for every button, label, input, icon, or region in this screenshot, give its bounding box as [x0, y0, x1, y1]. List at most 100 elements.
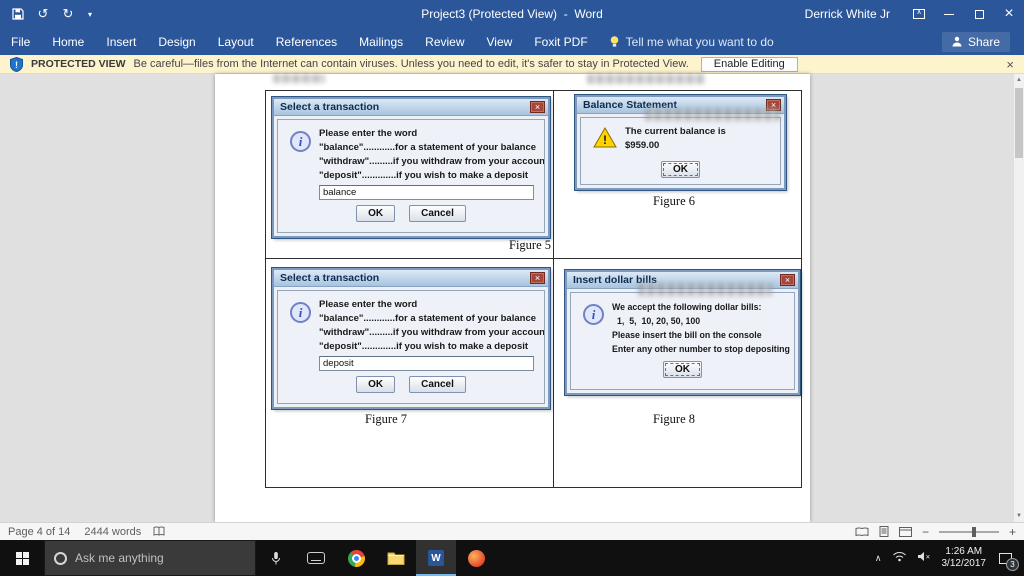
close-button[interactable]: ×	[994, 0, 1024, 28]
figure7-caption: Figure 7	[365, 412, 407, 427]
zoom-slider-thumb[interactable]	[972, 527, 976, 537]
dialog-text-line: "deposit".............if you wish to mak…	[319, 340, 545, 354]
save-button[interactable]	[10, 5, 26, 23]
titlebar: ↺ ↻ ▾ Project3 (Protected View) - Word D…	[0, 0, 1024, 28]
person-icon	[952, 36, 962, 47]
dialog-body: i Please enter the word "balance".......…	[277, 119, 545, 233]
microphone-button[interactable]	[256, 540, 296, 576]
ribbon-tab-strip: File Home Insert Design Layout Reference…	[0, 28, 1024, 55]
proofing-icon[interactable]	[153, 526, 165, 537]
touch-keyboard-button[interactable]	[296, 540, 336, 576]
figure5-caption: Figure 5	[509, 238, 551, 253]
volume-muted-icon[interactable]: ×	[917, 549, 932, 567]
taskbar-search-box[interactable]: Ask me anything	[44, 540, 256, 576]
dialog-buttons: OK Cancel	[278, 376, 544, 393]
page-indicator[interactable]: Page 4 of 14	[8, 526, 70, 538]
enable-editing-button[interactable]: Enable Editing	[701, 57, 798, 72]
dialog-text-line: $959.00	[625, 139, 726, 153]
qat-customize-button[interactable]: ▾	[85, 5, 95, 23]
scroll-down-icon[interactable]: ▼	[1014, 510, 1024, 522]
dialog-text: We accept the following dollar bills: 1,…	[612, 300, 790, 356]
tell-me-label: Tell me what you want to do	[626, 35, 774, 49]
redo-button[interactable]: ↻	[60, 5, 76, 23]
tab-home[interactable]: Home	[41, 28, 95, 55]
start-button[interactable]	[0, 540, 44, 576]
action-center-button[interactable]: 3	[996, 548, 1014, 568]
cancel-button: Cancel	[409, 205, 466, 222]
ok-button: OK	[663, 361, 702, 378]
tab-design[interactable]: Design	[147, 28, 206, 55]
chevron-down-icon: ▾	[88, 10, 92, 19]
dialog-body: ! The current balance is $959.00 OK	[580, 117, 781, 185]
minimize-button[interactable]	[934, 0, 964, 28]
dialog-close-icon: ×	[530, 101, 545, 113]
account-name[interactable]: Derrick White Jr	[805, 7, 890, 21]
clock-date: 3/12/2017	[942, 558, 987, 570]
info-icon: i	[583, 304, 604, 325]
redo-icon: ↻	[63, 6, 74, 22]
dialog-text-line: "balance"............for a statement of …	[319, 141, 545, 155]
dialog-text-line: Please enter the word	[319, 127, 545, 141]
maximize-button[interactable]	[964, 0, 994, 28]
svg-text:!: !	[603, 133, 607, 147]
tab-view[interactable]: View	[476, 28, 524, 55]
tray-expand-icon[interactable]: ∧	[875, 553, 882, 564]
ribbon-display-options-icon	[913, 9, 925, 19]
dragon-icon	[468, 550, 485, 567]
warning-icon: !	[593, 127, 617, 153]
vertical-scrollbar[interactable]: ▲ ▼	[1014, 74, 1024, 522]
tab-review[interactable]: Review	[414, 28, 475, 55]
tab-mailings[interactable]: Mailings	[348, 28, 414, 55]
protected-view-banner: ! PROTECTED VIEW Be careful—files from t…	[0, 55, 1024, 74]
share-button[interactable]: Share	[942, 32, 1010, 52]
tab-foxit-pdf[interactable]: Foxit PDF	[523, 28, 598, 55]
dialog-text: Please enter the word "balance".........…	[319, 127, 545, 183]
chrome-button[interactable]	[336, 540, 376, 576]
web-layout-icon[interactable]	[899, 527, 912, 537]
ok-button: OK	[661, 161, 700, 178]
search-placeholder: Ask me anything	[75, 551, 164, 565]
shield-icon: !	[10, 57, 23, 72]
tell-me-box[interactable]: Tell me what you want to do	[609, 28, 774, 55]
minimize-icon	[944, 14, 954, 15]
ribbon-display-options-button[interactable]	[904, 0, 934, 28]
word-count[interactable]: 2444 words	[84, 526, 141, 538]
banner-close-icon[interactable]: ×	[1006, 57, 1014, 72]
scroll-up-icon[interactable]: ▲	[1014, 74, 1024, 86]
word-taskbar-button[interactable]: W	[416, 540, 456, 576]
zoom-in-button[interactable]: +	[1009, 525, 1016, 539]
dialog-text-line: 1, 5, 10, 20, 50, 100	[612, 314, 790, 328]
document-area[interactable]: Select a transaction × i Please enter th…	[0, 74, 1014, 522]
dragon-app-button[interactable]	[456, 540, 496, 576]
dialog-close-icon: ×	[780, 274, 795, 286]
dialog-buttons: OK	[581, 161, 780, 178]
scrollbar-thumb[interactable]	[1015, 88, 1023, 158]
read-mode-icon[interactable]	[855, 527, 869, 537]
system-tray: ∧ × 1:26 AM 3/12/2017 3	[875, 540, 1024, 576]
tab-insert[interactable]: Insert	[95, 28, 147, 55]
transaction-input: balance	[319, 185, 534, 200]
zoom-slider[interactable]	[939, 531, 999, 533]
svg-text:!: !	[15, 60, 18, 70]
share-label: Share	[968, 35, 1000, 49]
dialog-title: Select a transaction	[280, 272, 379, 284]
figure5-dialog-image[interactable]: Select a transaction × i Please enter th…	[272, 97, 550, 238]
microphone-icon	[271, 551, 281, 566]
document-page: Select a transaction × i Please enter th…	[215, 74, 810, 522]
dialog-text-line: "deposit".............if you wish to mak…	[319, 169, 545, 183]
clock-time: 1:26 AM	[945, 546, 982, 558]
svg-text:×: ×	[925, 553, 930, 562]
tab-references[interactable]: References	[265, 28, 348, 55]
print-layout-icon[interactable]	[879, 526, 889, 537]
notification-badge: 3	[1006, 558, 1019, 571]
wifi-icon[interactable]	[892, 549, 907, 567]
ok-button: OK	[356, 205, 395, 222]
taskbar-clock[interactable]: 1:26 AM 3/12/2017	[942, 546, 987, 570]
file-explorer-button[interactable]	[376, 540, 416, 576]
tab-file[interactable]: File	[0, 28, 41, 55]
undo-button[interactable]: ↺	[35, 5, 51, 23]
tab-layout[interactable]: Layout	[207, 28, 265, 55]
zoom-out-button[interactable]: −	[922, 525, 929, 539]
figure7-dialog-image[interactable]: Select a transaction × i Please enter th…	[272, 268, 550, 409]
dialog-text: Please enter the word "balance".........…	[319, 298, 545, 354]
